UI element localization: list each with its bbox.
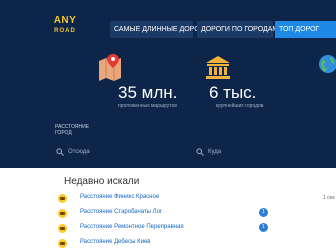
route-link[interactable]: Расстояние Дебесы Киев <box>80 239 150 245</box>
logo-line-2: ROAD <box>54 28 76 34</box>
search-icon <box>56 148 64 156</box>
car-icon <box>58 224 67 233</box>
list-item[interactable]: Расстояние Ремонтное Переправная 1 <box>58 222 336 237</box>
route-search-form: Отсюда Куда <box>52 143 336 161</box>
list-item[interactable]: Расстояние Старобачаты Лог 1 <box>58 207 336 222</box>
from-input[interactable]: Отсюда <box>52 143 190 161</box>
search-time: 1 сек <box>323 195 335 201</box>
route-link[interactable]: Расстояние Старобачаты Лог <box>80 209 162 215</box>
to-placeholder: Куда <box>208 149 222 155</box>
stat-routes-caption: проложенных маршрутов <box>118 103 177 109</box>
route-link[interactable]: Расстояние Финикс Красное <box>80 194 159 200</box>
from-placeholder: Отсюда <box>68 149 90 155</box>
hero-section: ANY ROAD САМЫЕ ДЛИННЫЕ ДОРОГИ ДОРОГИ ПО … <box>0 0 336 168</box>
distance-label-line-2: ГОРОД <box>55 130 72 136</box>
to-input[interactable]: Куда <box>192 143 336 161</box>
list-item[interactable]: Расстояние Дебесы Киев <box>58 237 336 252</box>
nav-roads-by-city[interactable]: ДОРОГИ ПО ГОРОДАМ <box>197 21 278 38</box>
stat-cities-caption: крупнейших городов <box>216 103 264 109</box>
car-icon <box>58 209 67 218</box>
list-item[interactable]: Расстояние Финикс Красное 1 сек <box>58 192 336 207</box>
recent-searches-title: Недавно искали <box>64 176 140 187</box>
car-icon <box>58 194 67 203</box>
count-badge: 1 <box>259 223 268 232</box>
nav-top-roads[interactable]: ТОП ДОРОГ <box>275 21 336 38</box>
count-badge: 1 <box>259 208 268 217</box>
car-icon <box>58 239 67 248</box>
route-link[interactable]: Расстояние Ремонтное Переправная <box>80 224 184 230</box>
nav-longest-roads[interactable]: САМЫЕ ДЛИННЫЕ ДОРОГИ <box>110 21 208 38</box>
map-pin-icon <box>99 54 121 81</box>
distance-city-label: РАССТОЯНИЕ ГОРОД <box>55 124 89 136</box>
anyroad-logo[interactable]: ANY ROAD <box>52 15 78 35</box>
search-icon <box>196 148 204 156</box>
stat-cities-value: 6 тыс. <box>209 83 257 102</box>
logo-line-1: ANY <box>53 15 77 26</box>
bank-building-icon <box>206 56 230 79</box>
recent-searches-list: Расстояние Финикс Красное 1 сек Расстоян… <box>58 192 336 252</box>
stat-routes-value: 35 млн. <box>118 83 178 102</box>
globe-icon <box>319 55 336 73</box>
